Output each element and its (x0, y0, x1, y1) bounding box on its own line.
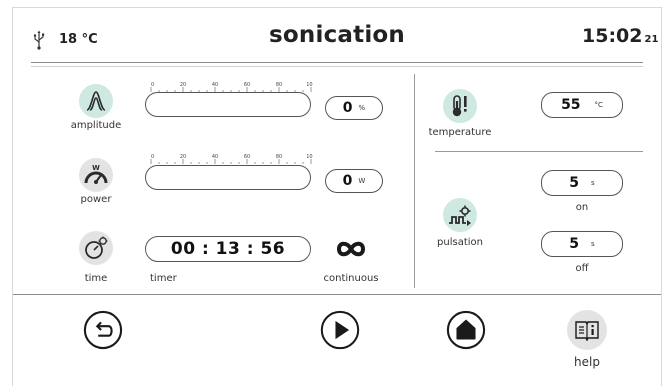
temperature-unit: °C (594, 101, 603, 109)
footer-divider (13, 294, 661, 295)
page-title: sonication (269, 22, 405, 48)
pulsation-on-field[interactable]: 5 s (541, 170, 623, 196)
help-book-icon (575, 321, 599, 341)
stopwatch-icon (85, 236, 108, 259)
power-value-field[interactable]: 0 W (325, 169, 383, 193)
power-button[interactable]: W (79, 158, 113, 192)
amplitude-scale-label: 20 (180, 82, 186, 88)
pulsation-label: pulsation (437, 237, 483, 248)
home-button[interactable] (446, 310, 486, 350)
pulsation-on-value: 5 (569, 175, 580, 191)
temperature-value: 55 (561, 97, 581, 113)
sonication-screen: 18 °C sonication 15:02 21 amplitude 0 20 40… (12, 7, 662, 386)
pulsation-button[interactable] (443, 198, 477, 232)
power-scale-label: 40 (212, 154, 218, 160)
temperature-button[interactable] (443, 89, 477, 123)
power-icon-letter: W (92, 164, 100, 172)
continuous-label: continuous (323, 273, 379, 284)
amplitude-scale-label: 60 (244, 82, 250, 88)
panel-divider (414, 74, 415, 288)
pulsation-on-unit: s (591, 179, 595, 187)
timer-label: timer (150, 273, 177, 284)
power-scale-label: 20 (180, 154, 186, 160)
pulsation-off-value: 5 (569, 236, 580, 252)
header-divider-thin (31, 66, 643, 67)
amplitude-scale-label: 80 (276, 82, 282, 88)
time-button[interactable] (79, 231, 113, 265)
play-icon (320, 310, 360, 350)
play-button[interactable] (320, 310, 360, 350)
home-icon (446, 310, 486, 350)
power-scale: 0 20 40 60 80 100 (150, 154, 313, 164)
amplitude-scale-label: 0 (151, 82, 154, 88)
amplitude-scale-label: 40 (212, 82, 218, 88)
amplitude-unit: % (358, 104, 366, 112)
timer-field[interactable]: 00 : 13 : 56 (145, 236, 311, 262)
temperature-label: temperature (428, 127, 492, 138)
pulsation-off-label: off (575, 263, 589, 274)
clock-seconds: 21 (644, 34, 659, 45)
thermometer-alert-icon (452, 95, 467, 117)
power-scale-label: 60 (244, 154, 250, 160)
pulsation-off-unit: s (591, 240, 595, 248)
clock-time: 15:02 (582, 25, 643, 47)
power-slider[interactable] (145, 165, 311, 190)
infinity-icon (336, 241, 366, 257)
help-button[interactable] (567, 310, 607, 350)
continuous-button[interactable] (335, 238, 367, 260)
pulsation-off-field[interactable]: 5 s (541, 231, 623, 257)
amplitude-value-field[interactable]: 0 % (325, 96, 383, 120)
temperature-value-field[interactable]: 55 °C (541, 92, 623, 118)
amplitude-scale-label: 100 (306, 82, 313, 88)
power-gauge-icon: W (84, 164, 108, 184)
back-icon (83, 310, 123, 350)
power-unit: W (358, 177, 366, 185)
help-label: help (574, 355, 600, 369)
amplitude-label: amplitude (70, 120, 122, 131)
amplitude-slider[interactable] (145, 92, 311, 117)
amplitude-button[interactable] (79, 84, 113, 118)
back-button[interactable] (83, 310, 123, 350)
time-label: time (84, 273, 108, 284)
right-panel-divider (435, 151, 643, 152)
clock: 15:02 21 (582, 25, 658, 47)
power-scale-label: 0 (151, 154, 154, 160)
amplitude-value: 0 (342, 100, 353, 116)
power-scale-label: 80 (276, 154, 282, 160)
header-divider (31, 62, 643, 63)
power-scale-label: 100 (306, 154, 313, 160)
power-label: power (80, 194, 112, 205)
pulsation-icon (449, 205, 471, 226)
amplitude-icon (86, 91, 106, 111)
pulsation-on-label: on (575, 202, 589, 213)
power-value: 0 (342, 173, 353, 189)
